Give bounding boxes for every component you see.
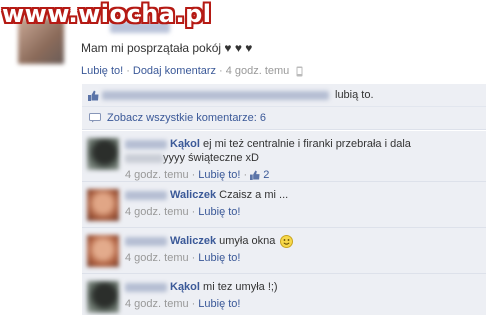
commenter-name[interactable]: Kąkol <box>170 281 200 293</box>
comment-item: Waliczek Czaisz a mi ... 4 godz. temu · Lu… <box>82 182 486 228</box>
view-all-comments-row[interactable]: Zobacz wszystkie komentarze: 6 <box>82 107 486 130</box>
site-watermark: www.wiocha.pl <box>2 0 212 28</box>
add-comment-link[interactable]: Dodaj komentarz <box>133 65 216 77</box>
comment-body: Waliczek Czaisz a mi ... 4 godz. temu · Lu… <box>125 188 480 219</box>
status-text: Mam mi posprzątała pokój ♥ ♥ ♥ <box>81 41 253 55</box>
commenter-avatar[interactable] <box>87 138 119 170</box>
view-all-comments-link[interactable]: Zobacz wszystkie komentarze: 6 <box>107 112 266 124</box>
thumbs-up-icon <box>88 90 99 101</box>
thumbs-up-icon <box>250 170 260 181</box>
like-link[interactable]: Lubię to! <box>81 65 123 77</box>
comment-text-continued: yyyy świąteczne xD <box>163 152 259 164</box>
separator: · <box>191 206 196 218</box>
smiley-emoticon-icon <box>280 234 294 248</box>
comment-meta: 4 godz. temu · Lubię to! · 2 <box>125 168 480 182</box>
comment-blurred-word <box>125 153 163 163</box>
commenter-name[interactable]: Kąkol <box>170 138 200 150</box>
comment-timestamp[interactable]: 4 godz. temu <box>125 252 189 264</box>
comment-meta: 4 godz. temu · Lubię to! <box>125 251 480 265</box>
comment-text: mi tez umyła !;) <box>203 281 278 293</box>
comment-like-link[interactable]: Lubię to! <box>198 298 240 310</box>
separator: · <box>243 169 248 181</box>
comment-body: Kąkol mi tez umyła !;) 4 godz. temu · Lubi… <box>125 280 480 311</box>
comment-meta: 4 godz. temu · Lubię to! <box>125 297 480 311</box>
commenter-avatar[interactable] <box>87 235 119 267</box>
comment-text: umyła okna <box>219 235 276 247</box>
separator: · <box>191 298 196 310</box>
comment-timestamp[interactable]: 4 godz. temu <box>125 169 189 181</box>
mobile-icon <box>296 66 303 77</box>
separator: · <box>219 65 223 77</box>
comment-bubble-icon <box>89 113 101 123</box>
comment-timestamp[interactable]: 4 godz. temu <box>125 298 189 310</box>
comment-like-link[interactable]: Lubię to! <box>198 252 240 264</box>
status-timestamp[interactable]: 4 godz. temu <box>226 65 290 77</box>
status-actions: Lubię to! · Dodaj komentarz · 4 godz. temu <box>81 65 304 77</box>
comment-meta: 4 godz. temu · Lubię to! <box>125 205 480 219</box>
commenter-avatar[interactable] <box>87 281 119 313</box>
commenter-name[interactable]: Waliczek <box>170 235 216 247</box>
comment-like-count[interactable]: 2 <box>263 169 269 181</box>
comment-item: Waliczek umyła okna 4 godz. temu · Lubię t… <box>82 228 486 274</box>
separator: · <box>191 169 196 181</box>
comment-body: Kąkol ej mi też centralnie i firanki prz… <box>125 137 480 182</box>
separator: · <box>126 65 130 77</box>
comment-like-link[interactable]: Lubię to! <box>198 206 240 218</box>
comment-body: Waliczek umyła okna 4 godz. temu · Lubię t… <box>125 234 480 265</box>
likes-summary: lubią to. <box>82 84 486 107</box>
comment-item: Kąkol mi tez umyła !;) 4 godz. temu · Lubi… <box>82 274 486 315</box>
comment-text: ej mi też centralnie i firanki przebrała… <box>203 138 411 150</box>
commenter-avatar[interactable] <box>87 189 119 221</box>
commenter-first-name-blurred[interactable] <box>125 139 167 149</box>
likers-names-blurred[interactable] <box>102 91 329 100</box>
comment-like-link[interactable]: Lubię to! <box>198 169 240 181</box>
comment-timestamp[interactable]: 4 godz. temu <box>125 206 189 218</box>
comment-item: Kąkol ej mi też centralnie i firanki prz… <box>82 131 486 182</box>
likes-label: lubią to. <box>335 89 374 101</box>
commenter-first-name-blurred[interactable] <box>125 190 167 200</box>
separator: · <box>191 252 196 264</box>
commenter-first-name-blurred[interactable] <box>125 236 167 246</box>
commenter-name[interactable]: Waliczek <box>170 189 216 201</box>
comment-text: Czaisz a mi ... <box>219 189 289 201</box>
commenter-first-name-blurred[interactable] <box>125 282 167 292</box>
